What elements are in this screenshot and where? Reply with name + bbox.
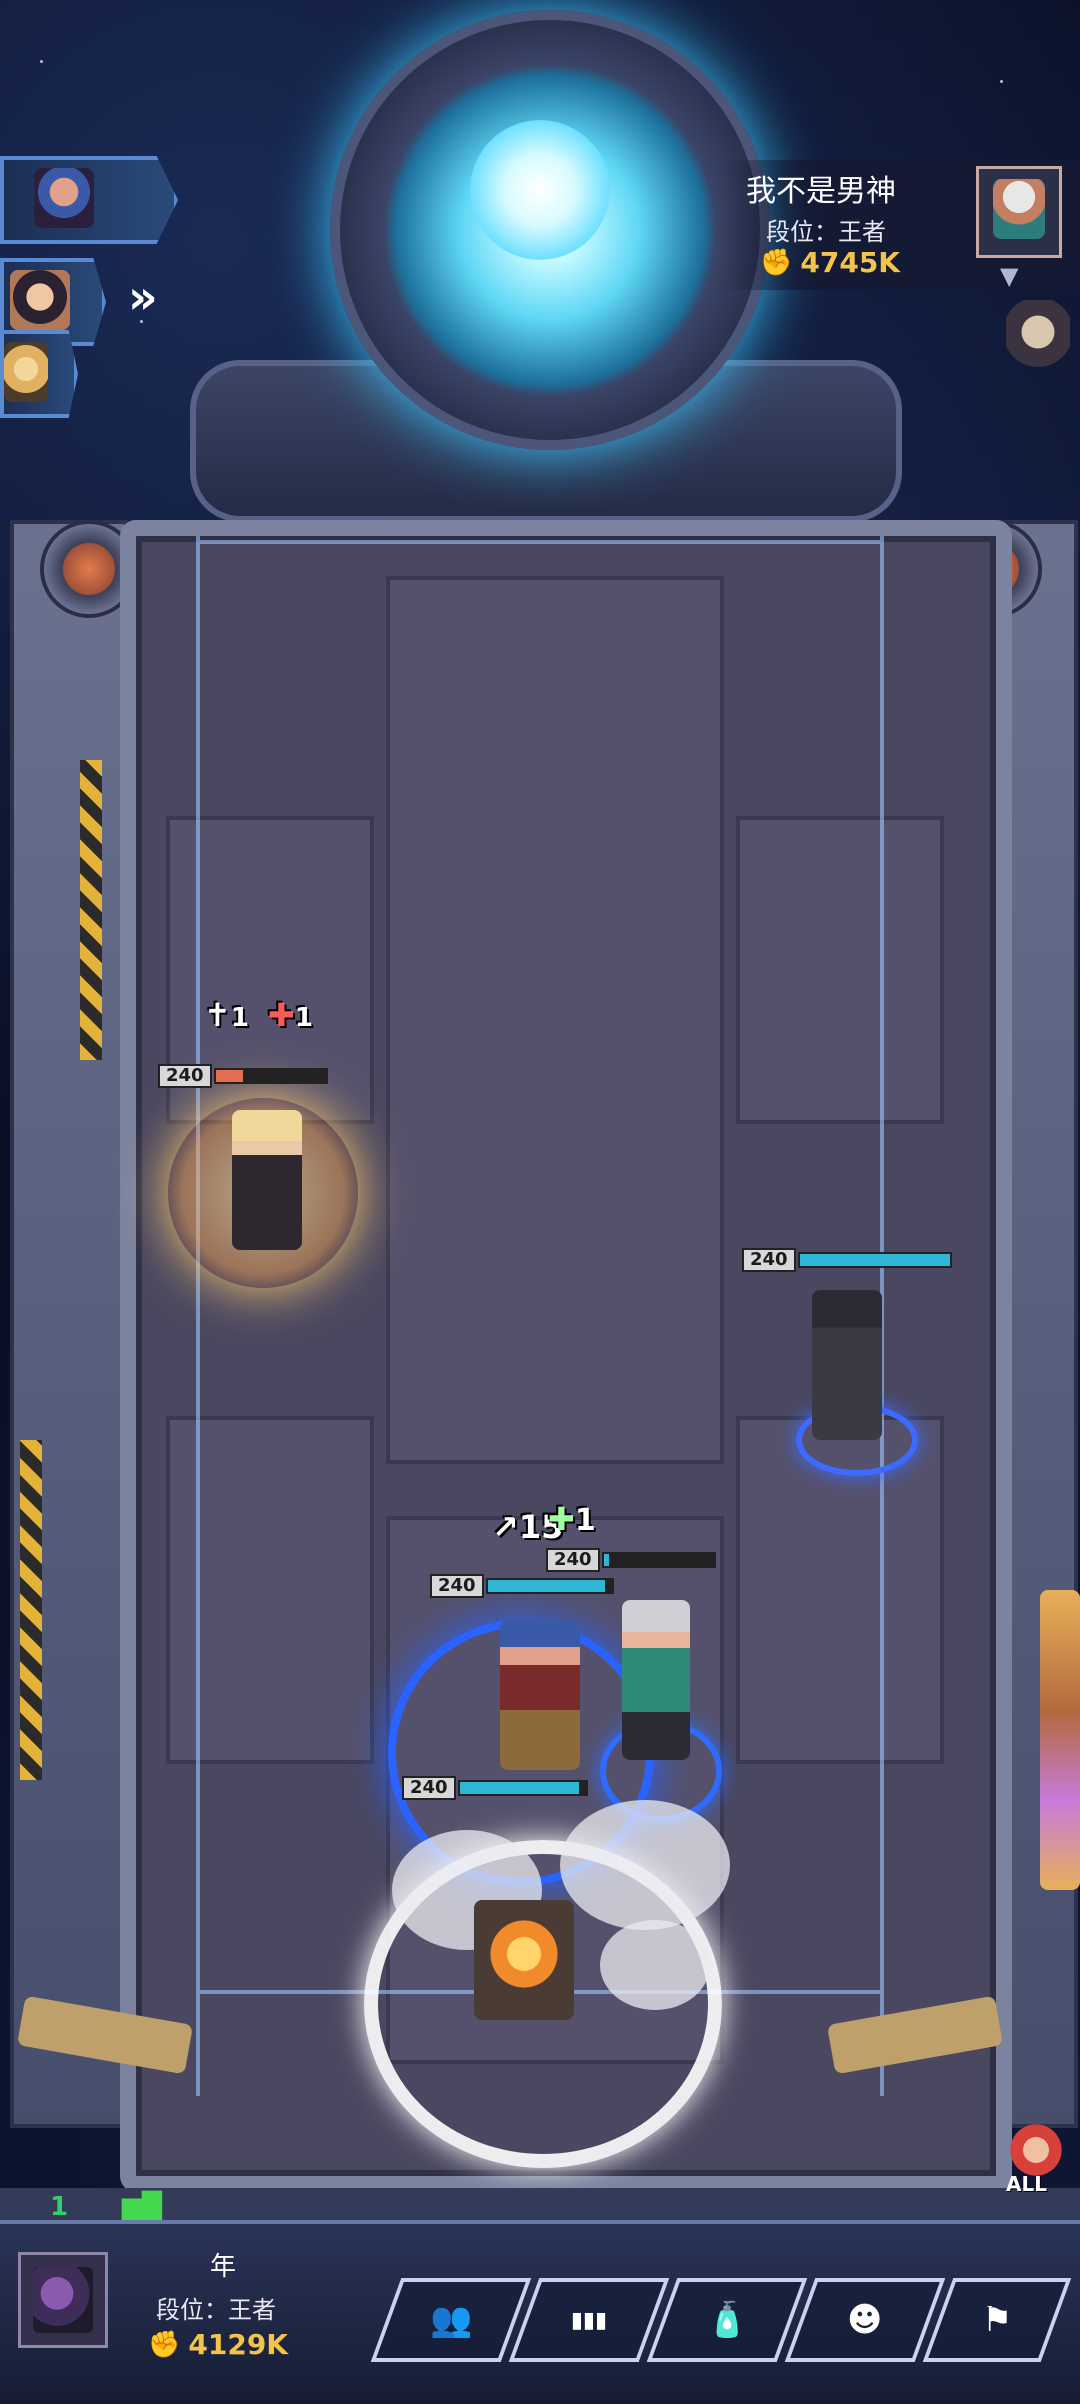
fist-icon: ✊	[760, 247, 793, 278]
opponent-avatar[interactable]	[976, 166, 1062, 258]
arena-rail-left	[196, 536, 200, 2096]
portal-core	[470, 120, 610, 260]
flag-icon: ⚑	[981, 2300, 1013, 2340]
star	[1000, 80, 1003, 83]
team-chat-avatar[interactable]	[1006, 2120, 1066, 2180]
hp-track	[601, 1552, 716, 1568]
team-list-icon: 👥	[429, 2300, 473, 2340]
arena-rail-top	[200, 540, 880, 544]
hp-bar-silver-hair: 240	[546, 1548, 716, 1572]
hp-fill	[459, 1782, 580, 1794]
hp-fill	[799, 1254, 950, 1266]
hp-track	[213, 1068, 328, 1084]
dark-armored-unit[interactable]	[812, 1290, 882, 1440]
player-name: 年	[210, 2252, 237, 2282]
hp-fill	[487, 1580, 606, 1592]
teammate-blonde-icon	[4, 342, 48, 402]
signal-icon: ▆█	[122, 2192, 162, 2222]
blonde-mage-unit[interactable]	[232, 1110, 302, 1250]
smoke-cloud	[600, 1920, 710, 2010]
heal-buff-icon: ✚1	[548, 1500, 596, 1538]
hp-fill	[215, 1070, 244, 1082]
smiley-icon: ☻	[847, 2300, 883, 2340]
all-chat-label[interactable]: ALL	[1006, 2172, 1047, 2196]
teammate-archer-icon	[34, 168, 94, 228]
opponent-name: 我不是男神	[746, 174, 896, 209]
hp-bar-archer: 240	[430, 1574, 614, 1598]
hp-fill	[603, 1554, 610, 1566]
hp-track	[485, 1578, 614, 1594]
hp-bar-blonde-mage: 240	[158, 1064, 328, 1088]
hp-bar-dark-armored: 240	[742, 1248, 952, 1272]
teammate-horned-icon	[10, 270, 70, 330]
player-avatar[interactable]	[18, 2252, 108, 2348]
opponent-power: ✊ 4745K	[760, 246, 900, 279]
hp-label: 240	[402, 1776, 456, 1800]
surrender-button[interactable]: ⚑	[922, 2278, 1072, 2362]
status-strip	[0, 2188, 1080, 2220]
emote-button[interactable]: ☻	[784, 2278, 946, 2362]
opponent-power-value: 4745K	[800, 246, 901, 279]
floor-plate	[736, 816, 944, 1124]
silver-hair-unit[interactable]	[622, 1600, 690, 1760]
hp-label: 240	[430, 1574, 484, 1598]
archer-unit[interactable]	[500, 1620, 580, 1770]
hp-label: 240	[158, 1064, 212, 1088]
floor-center-plate	[386, 576, 724, 1464]
player-bar: 年 段位：王者 ✊ 4129K 👥 ▮▮▮ 🧴 ☻ ⚑	[0, 2220, 1080, 2404]
chevron-down-icon[interactable]: ▼	[1000, 262, 1018, 290]
hp-bar-cannon: 240	[402, 1776, 588, 1800]
player-rank: 段位：王者	[156, 2296, 276, 2324]
attack-buff-icon: ✝1	[204, 996, 249, 1034]
bottle-icon: 🧴	[705, 2300, 749, 2340]
opponent-card[interactable]: 我不是男神 段位：王者 ✊ 4745K	[720, 160, 1080, 290]
hazard-stripe	[80, 760, 102, 1060]
star	[40, 60, 43, 63]
buff-count: 1	[294, 1003, 313, 1033]
cannon-unit[interactable]	[474, 1900, 574, 2020]
left-wall-panel	[10, 520, 128, 2128]
teammate-slot[interactable]	[0, 330, 78, 418]
heal-buff-icon: ✚1	[268, 996, 313, 1034]
card-stack-edge[interactable]	[1040, 1590, 1080, 1890]
fist-icon: ✊	[148, 2329, 181, 2360]
teammate-slot[interactable]	[0, 156, 178, 244]
hp-track	[457, 1780, 588, 1796]
double-chevron-right-icon[interactable]: »	[128, 270, 158, 324]
buff-count: 1	[574, 1503, 596, 1538]
opponent-rank: 段位：王者	[766, 218, 886, 246]
buff-count: 1	[230, 1003, 249, 1033]
potion-button[interactable]: 🧴	[646, 2278, 808, 2362]
hazard-stripe	[20, 1440, 42, 1780]
bar-chart-icon: ▮▮▮	[570, 2307, 608, 2333]
hp-label: 240	[546, 1548, 600, 1572]
stats-button[interactable]: ▮▮▮	[508, 2278, 670, 2362]
team-button[interactable]: 👥	[370, 2278, 532, 2362]
status-number: 1	[50, 2192, 69, 2222]
hp-label: 240	[742, 1248, 796, 1272]
opponent-teammate-avatar[interactable]	[1006, 300, 1070, 380]
player-power-value: 4129K	[188, 2328, 289, 2361]
player-power: ✊ 4129K	[148, 2328, 288, 2361]
smoke-cloud	[560, 1800, 730, 1930]
hp-track	[797, 1252, 952, 1268]
